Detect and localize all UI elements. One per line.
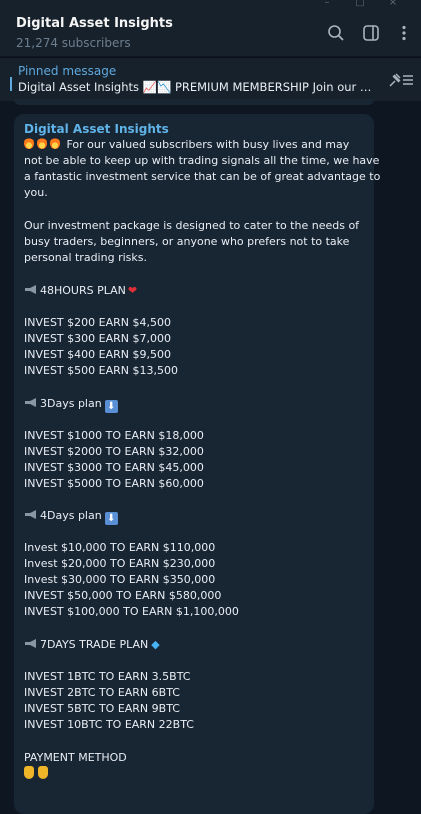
subscriber-count: 21,274 subscribers [16,36,131,50]
gem-emoji: ◆ [151,638,160,651]
megaphone-emoji [25,285,36,294]
plan-48h-title: 48HOURS PLAN ❤ [24,283,137,299]
plan-row: INVEST $500 EARN $13,500 [24,364,178,377]
plan-row: INVEST $300 EARN $7,000 [24,332,171,345]
plan-7days-title: 7DAYS TRADE PLAN ◆ [24,637,160,653]
message-intro-line: a fantastic investment service that can … [24,170,381,183]
message-intro-line: you. [24,186,48,199]
plan-row: INVEST 1BTC TO EARN 3.5BTC [24,670,191,683]
plan-row: INVEST $50,000 TO EARN $580,000 [24,589,222,602]
megaphone-emoji [25,398,36,407]
plan-row: INVEST 10BTC TO EARN 22BTC [24,718,194,731]
plan-row: Invest $20,000 TO EARN $230,000 [24,557,216,570]
fire-emoji [50,137,60,149]
unpin-list-icon[interactable] [388,72,414,88]
package-line: busy traders, beginners, or anyone who p… [24,235,350,248]
plan-3days-title: 3Days plan ⬇ [24,396,118,413]
pointing-down-emojis [24,766,52,782]
megaphone-emoji [25,639,36,648]
channel-title[interactable]: Digital Asset Insights [16,16,173,31]
plan-row: INVEST $200 EARN $4,500 [24,316,171,329]
minimize-window-icon[interactable]: – [320,0,334,8]
message-intro-line: not be able to keep up with trading sign… [24,154,380,167]
package-line: Our investment package is designed to ca… [24,219,360,232]
pinned-indicator [10,77,12,91]
previous-message-bubble [14,99,374,105]
message-intro-line: For our valued subscribers with busy liv… [24,137,349,153]
plan-row: INVEST $400 EARN $9,500 [24,348,171,361]
down-arrow-emoji: ⬇ [104,512,118,525]
plan-row: INVEST $5000 TO EARN $60,000 [24,477,204,490]
heart-emoji: ❤ [127,284,138,297]
plan-row: INVEST 5BTC TO EARN 9BTC [24,702,180,715]
plan-row: INVEST 2BTC TO EARN 6BTC [24,686,180,699]
plan-4days-title: 4Days plan ⬇ [24,508,118,525]
fire-emoji [37,137,47,149]
search-icon[interactable] [327,24,345,42]
package-line: personal trading risks. [24,251,147,264]
plan-row: Invest $10,000 TO EARN $110,000 [24,541,216,554]
plan-row: INVEST $2000 TO EARN $32,000 [24,445,204,458]
sidebar-toggle-icon[interactable] [362,24,380,42]
pinned-label: Pinned message [18,64,117,78]
fire-emoji [24,137,34,149]
megaphone-emoji [25,510,36,519]
close-window-icon[interactable]: × [386,0,400,8]
plan-row: INVEST $100,000 TO EARN $1,100,000 [24,605,239,618]
payment-method-label: PAYMENT METHOD [24,751,127,764]
pinned-text[interactable]: Digital Asset Insights 📈📉 PREMIUM MEMBER… [18,80,374,94]
maximize-window-icon[interactable]: □ [353,0,367,8]
plan-row: INVEST $1000 TO EARN $18,000 [24,429,204,442]
plan-row: INVEST $3000 TO EARN $45,000 [24,461,204,474]
pointing-down-emoji [38,766,48,779]
more-vertical-icon[interactable] [395,24,413,42]
message-sender[interactable]: Digital Asset Insights [24,122,169,136]
plan-row: Invest $30,000 TO EARN $350,000 [24,573,216,586]
down-arrow-emoji: ⬇ [104,400,118,413]
pointing-down-emoji [24,766,34,779]
